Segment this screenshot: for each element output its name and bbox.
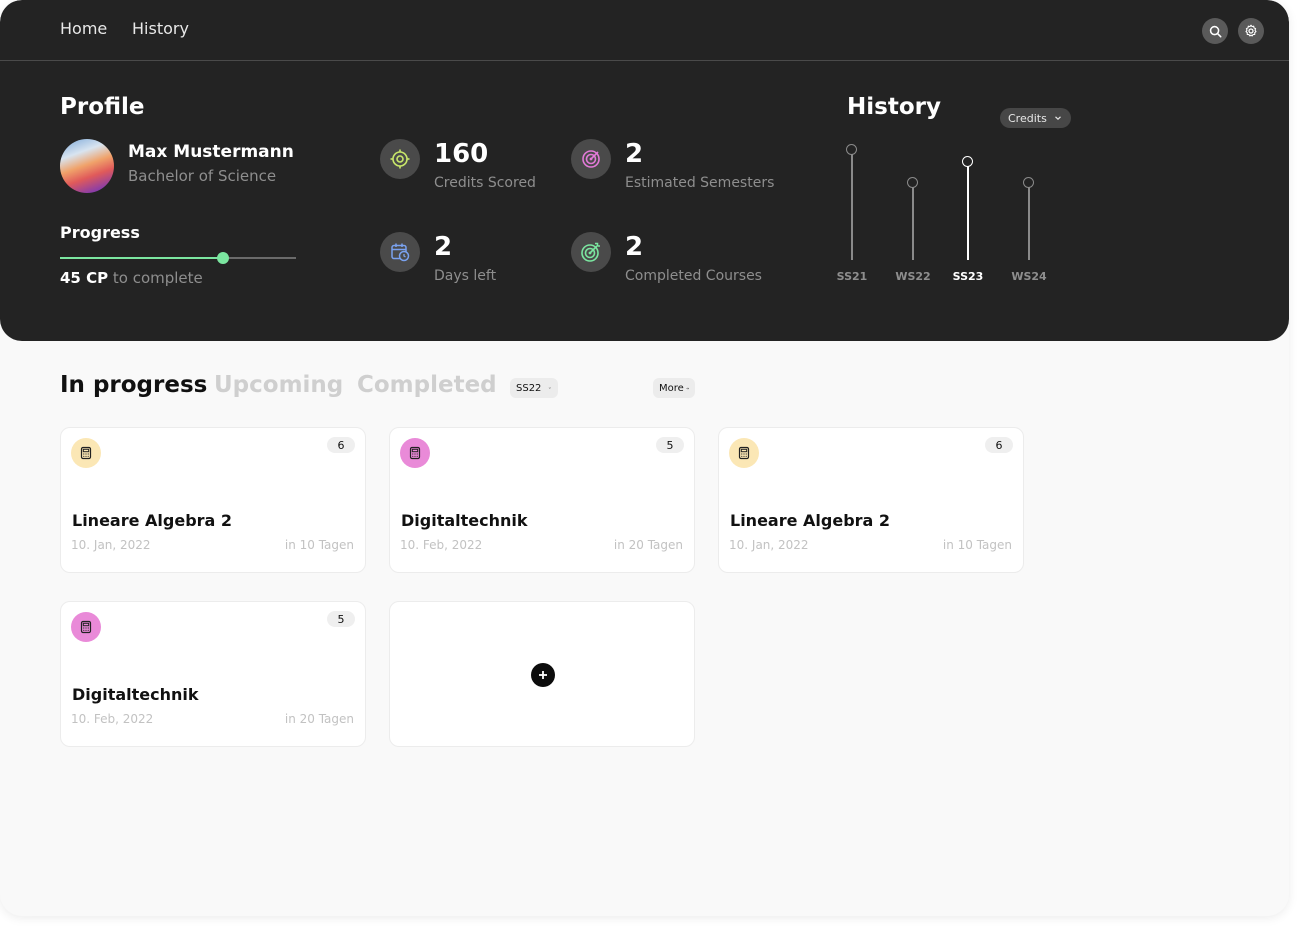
avatar[interactable] (60, 139, 114, 193)
progress-bar-fill (60, 257, 223, 259)
completed-courses-value: 2 (625, 232, 644, 262)
cp-remaining-suffix: to complete (108, 269, 203, 287)
course-date: 10. Feb, 2022 (400, 538, 483, 552)
history-bar-stem (967, 166, 969, 260)
history-bar-ws24[interactable] (1023, 177, 1035, 260)
history-tick-label: SS23 (952, 270, 984, 283)
completed-courses-label: Completed Courses (625, 268, 762, 284)
history-bar-ss23[interactable] (962, 156, 974, 260)
days-left-label: Days left (434, 268, 497, 284)
course-card[interactable]: 6 Lineare Algebra 2 10. Jan, 2022 in 10 … (718, 427, 1024, 573)
course-date: 10. Jan, 2022 (71, 538, 151, 552)
user-degree: Bachelor of Science (128, 167, 277, 185)
course-due: in 10 Tagen (284, 538, 354, 552)
profile-header: Home History Profile Max Mustermann Bach… (0, 0, 1289, 341)
course-title: Digitaltechnik (401, 511, 528, 530)
app-window: Home History Profile Max Mustermann Bach… (0, 0, 1289, 916)
nav-history-link[interactable]: History (132, 19, 189, 38)
history-metric-dropdown[interactable]: Credits (1000, 108, 1071, 128)
history-bar-dot (962, 156, 973, 168)
course-title: Lineare Algebra 2 (72, 511, 233, 530)
course-title: Lineare Algebra 2 (730, 511, 891, 530)
more-label: More (659, 382, 684, 394)
course-title: Digitaltechnik (72, 685, 199, 704)
course-date: 10. Feb, 2022 (71, 712, 154, 726)
credits-badge: 5 (327, 611, 355, 627)
cp-remaining: 45 CP to complete (60, 269, 203, 287)
course-due: in 20 Tagen (613, 538, 683, 552)
profile-title: Profile (60, 94, 145, 120)
history-bar-dot (846, 144, 857, 155)
calculator-icon (400, 438, 430, 468)
search-button[interactable] (1202, 18, 1228, 44)
calendar-clock-icon (380, 232, 420, 272)
plus-icon (539, 671, 547, 679)
estimated-semesters-value: 2 (625, 139, 644, 169)
credits-scored-label: Credits Scored (434, 175, 536, 191)
add-course-card[interactable] (389, 601, 695, 747)
user-name: Max Mustermann (128, 142, 294, 162)
history-bar-stem (1028, 187, 1030, 260)
settings-button[interactable] (1238, 18, 1264, 44)
arrow-right-icon (686, 386, 689, 390)
gear-icon (1245, 24, 1257, 37)
nav-home-link[interactable]: Home (60, 19, 107, 38)
history-bar-stem (912, 187, 914, 260)
tab-in-progress[interactable]: In progress (60, 372, 207, 398)
calculator-icon (71, 438, 101, 468)
more-button[interactable]: More (653, 378, 695, 398)
days-left-value: 2 (434, 232, 453, 262)
calculator-icon (729, 438, 759, 468)
history-metric-label: Credits (1008, 111, 1047, 125)
bullseye-arrow-icon (571, 232, 611, 272)
semester-filter-label: SS22 (516, 382, 542, 394)
course-card[interactable]: 5 Digitaltechnik 10. Feb, 2022 in 20 Tag… (389, 427, 695, 573)
calculator-icon (71, 612, 101, 642)
course-card[interactable]: 6 Lineare Algebra 2 10. Jan, 2022 in 10 … (60, 427, 366, 573)
tab-completed[interactable]: Completed (357, 372, 497, 398)
history-bar-dot (907, 177, 918, 189)
course-card[interactable]: 5 Digitaltechnik 10. Feb, 2022 in 20 Tag… (60, 601, 366, 747)
tab-upcoming[interactable]: Upcoming (214, 372, 343, 398)
credits-badge: 6 (327, 437, 355, 453)
credits-scored-value: 160 (434, 139, 489, 169)
progress-title: Progress (60, 223, 140, 242)
add-course-button[interactable] (531, 663, 555, 687)
history-tick-label: WS24 (1011, 270, 1047, 283)
history-title: History (847, 94, 941, 120)
history-tick-label: SS21 (836, 270, 868, 283)
course-date: 10. Jan, 2022 (729, 538, 809, 552)
progress-bar-knob[interactable] (216, 252, 229, 264)
search-icon (1209, 25, 1221, 37)
bullseye-icon (571, 139, 611, 179)
chevron-down-icon (549, 387, 552, 389)
course-due: in 10 Tagen (942, 538, 1012, 552)
credits-badge: 6 (985, 437, 1013, 453)
semester-filter-dropdown[interactable]: SS22 (510, 378, 558, 398)
cp-remaining-value: 45 CP (60, 269, 109, 287)
target-icon (380, 139, 420, 179)
history-bar-ss21[interactable] (846, 144, 858, 260)
course-due: in 20 Tagen (284, 712, 354, 726)
history-bar-ws22[interactable] (907, 177, 919, 260)
history-tick-label: WS22 (895, 270, 931, 283)
top-nav: Home History (0, 0, 1289, 61)
estimated-semesters-label: Estimated Semesters (625, 175, 775, 191)
chevron-down-icon (1055, 116, 1061, 121)
credits-badge: 5 (656, 437, 684, 453)
history-bar-stem (851, 154, 853, 260)
progress-bar (60, 252, 296, 264)
history-bar-dot (1023, 177, 1034, 189)
